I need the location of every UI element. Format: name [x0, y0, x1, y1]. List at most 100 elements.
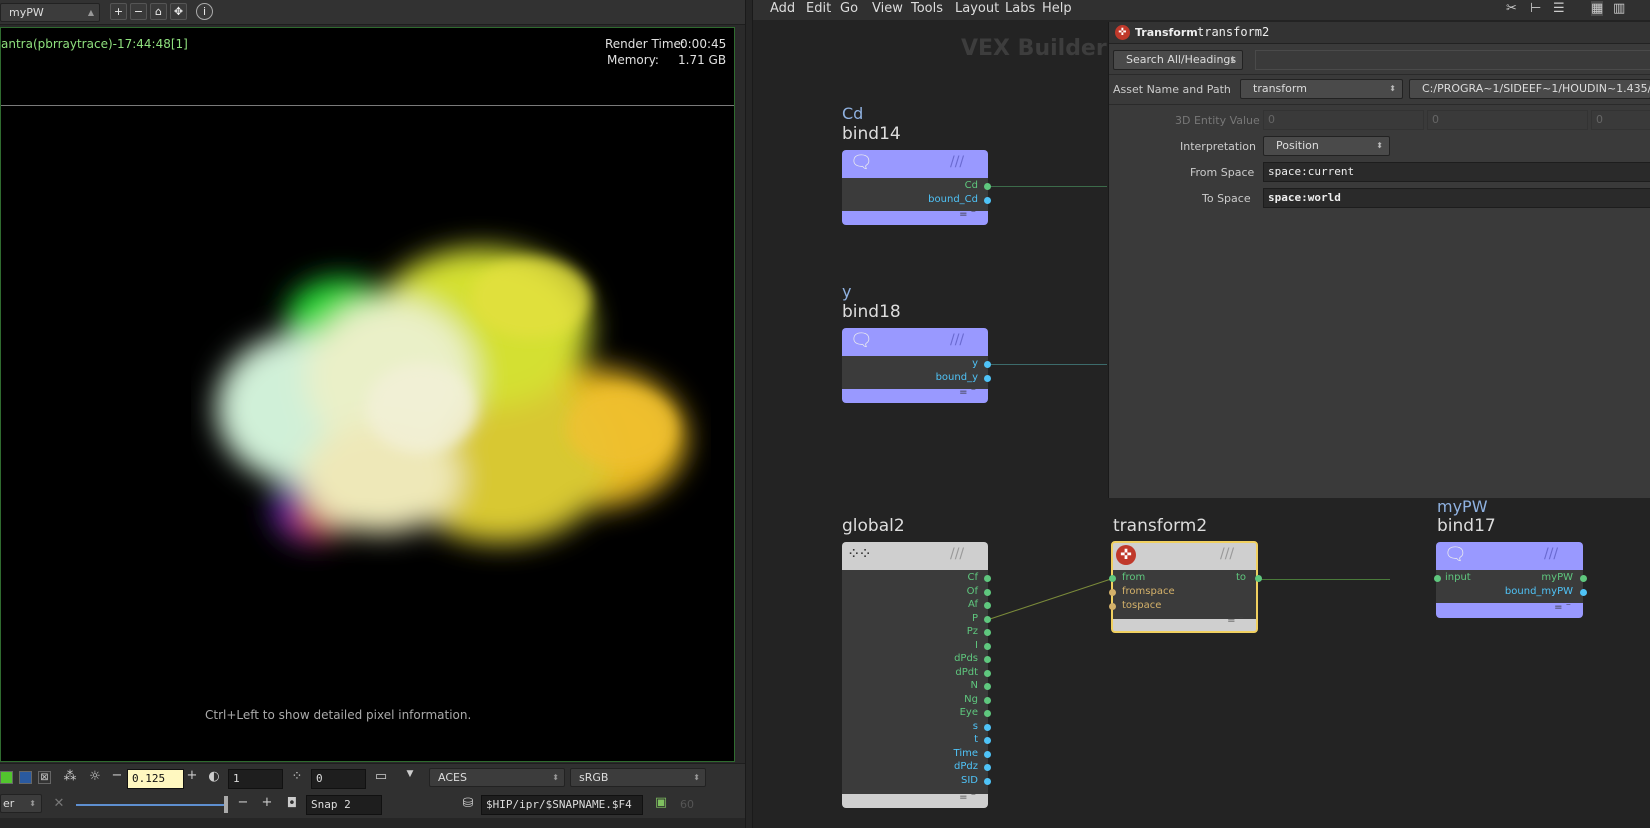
menu-layout[interactable]: Layout [955, 1, 999, 16]
port-label-y: y [972, 358, 978, 369]
alpha-channel-icon[interactable]: ⊠ [38, 771, 51, 784]
output-port-P[interactable] [984, 615, 991, 623]
menu-go[interactable]: Go [840, 1, 858, 16]
output-port-bound_y[interactable] [984, 375, 991, 382]
menu-labs[interactable]: Labs [1005, 1, 1035, 16]
plus-icon[interactable]: + [183, 768, 201, 783]
tree-icon[interactable]: ⊢ [1530, 1, 1541, 16]
output-port-dPdt[interactable] [984, 669, 991, 677]
input-port-tospace[interactable] [1109, 603, 1116, 610]
output-port-N[interactable] [984, 683, 991, 690]
output-port-Time[interactable] [984, 750, 991, 758]
to-space-label: To Space [1202, 192, 1251, 205]
gamma-field[interactable]: 0.125 [127, 769, 184, 789]
bind17-node[interactable]: 🗨 /// input myPW bound_myPW = ⁻ [1436, 542, 1583, 618]
save-icon[interactable]: ▣ [652, 795, 670, 810]
menu-tools[interactable]: Tools [911, 1, 943, 16]
output-port-I[interactable] [984, 642, 991, 650]
grid-icon[interactable]: ▦ [1591, 1, 1604, 16]
output-port-t[interactable] [984, 737, 991, 744]
output-port-y[interactable] [984, 361, 991, 368]
from-space-field[interactable]: space:current [1263, 162, 1650, 182]
transform2-title: transform2 [1113, 516, 1208, 536]
output-port-dPdz[interactable] [984, 764, 991, 771]
display-lut-selector[interactable]: ACES ⬍ [429, 768, 565, 787]
camera-icon[interactable]: ◘ [283, 796, 301, 811]
output-port-Pz[interactable] [984, 629, 991, 636]
menu-add[interactable]: Add [770, 1, 795, 16]
pane-resize-strip[interactable] [0, 818, 745, 828]
offset-field[interactable]: 0 [311, 769, 366, 789]
columns-icon[interactable]: ▥ [1613, 1, 1625, 16]
fit-view-icon[interactable]: ✥ [170, 3, 187, 20]
gear-dots-icon[interactable]: ⁂ [61, 769, 79, 784]
asset-name-selector[interactable]: transform ⬍ [1240, 79, 1403, 99]
output-port-Of[interactable] [984, 588, 991, 596]
port-label-bound_y: bound_y [935, 372, 978, 383]
output-port-Af[interactable] [984, 602, 991, 609]
output-port-SID[interactable] [984, 777, 991, 785]
input-port-fromspace[interactable] [1109, 589, 1116, 596]
minus-icon[interactable]: − [234, 795, 252, 810]
input-port-from[interactable] [1109, 575, 1116, 582]
transform2-node[interactable]: ✜ /// from fromspace tospace to = ⁻ [1111, 541, 1258, 633]
global2-node[interactable]: ⁘⁘ /// Cf Of Af P Pz IdPds dPdt N Ng Eye s t Time dPd… [842, 542, 988, 808]
tools-icon[interactable]: ✂ [1506, 1, 1517, 16]
close-icon[interactable]: ✕ [50, 796, 68, 811]
bind18-node[interactable]: 🗨 /// y bound_y = ⁻ [842, 328, 988, 403]
snap-name-field[interactable]: Snap 2 [306, 795, 382, 815]
pane-divider[interactable] [745, 0, 753, 828]
chevron-down-icon[interactable]: ▼ [401, 769, 419, 779]
output-port-Ng[interactable] [984, 696, 991, 704]
comment-icon: 🗨 [850, 330, 873, 351]
output-port-Eye[interactable] [984, 710, 991, 717]
zoom-out-icon[interactable]: − [130, 3, 147, 20]
minus-icon[interactable]: − [108, 768, 126, 783]
green-channel-icon[interactable] [0, 771, 13, 784]
home-icon[interactable]: ⌂ [150, 3, 167, 20]
menu-view[interactable]: View [872, 1, 903, 16]
adjust-icon[interactable]: ⁘ [288, 769, 306, 784]
color-space-selector[interactable]: sRGB ⬍ [570, 768, 706, 787]
output-port-Cf[interactable] [984, 575, 991, 582]
zoom-in-icon[interactable]: + [110, 3, 127, 20]
search-input[interactable] [1255, 50, 1650, 70]
input-port-input[interactable] [1434, 575, 1441, 582]
output-port-s[interactable] [984, 723, 991, 731]
interpretation-selector[interactable]: Position ⬍ [1263, 136, 1390, 156]
bind14-node[interactable]: 🗨 /// Cd bound_Cd = ⁻ [842, 150, 988, 225]
view-selector[interactable]: myPW ▲ [0, 3, 100, 22]
rendered-cloud-image [216, 248, 686, 543]
node-name-field[interactable]: transform2 [1197, 25, 1269, 39]
render-image[interactable]: antra(pbrraytrace)-17:44:48[1] Render Ti… [0, 27, 735, 762]
to-space-field[interactable]: space:world [1263, 188, 1650, 208]
output-port-bound_myPW[interactable] [1580, 589, 1587, 596]
disk-icon[interactable]: ⛁ [459, 796, 477, 811]
lut-icon[interactable]: ▭ [372, 769, 390, 784]
sun-icon[interactable]: ☼ [86, 769, 104, 784]
wire-bind18 [987, 364, 1107, 365]
list-icon[interactable]: ☰ [1553, 1, 1565, 16]
menu-help[interactable]: Help [1042, 1, 1072, 16]
port-label-fromspace: fromspace [1122, 586, 1175, 597]
left-combo[interactable]: er ⬍ [0, 794, 42, 813]
snap-path-field[interactable]: $HIP/ipr/$SNAPNAME.$F4 [481, 795, 643, 815]
timeline-slider[interactable] [76, 804, 226, 806]
plus-icon[interactable]: + [258, 795, 276, 810]
search-headings-button[interactable]: Search All/Headings ⬍ [1113, 50, 1243, 70]
output-port-myPW[interactable] [1580, 575, 1587, 582]
exposure-field[interactable]: 1 [228, 769, 283, 789]
output-port-bound_Cd[interactable] [984, 197, 991, 204]
menu-edit[interactable]: Edit [806, 1, 831, 16]
contrast-icon[interactable]: ◐ [205, 769, 223, 784]
output-port-Cd[interactable] [984, 183, 991, 190]
bind14-header: 🗨 /// [842, 150, 988, 178]
info-icon[interactable]: i [196, 3, 213, 20]
blue-channel-icon[interactable] [19, 771, 32, 784]
asset-path-field[interactable]: C:/PROGRA~1/SIDEEF~1/HOUDIN~1.435/houd [1409, 79, 1650, 99]
slider-handle[interactable] [224, 796, 228, 813]
output-port-dPds[interactable] [984, 656, 991, 663]
memory-label: Memory: [607, 53, 659, 67]
output-port-to[interactable] [1255, 575, 1262, 582]
asset-path-value: C:/PROGRA~1/SIDEEF~1/HOUDIN~1.435/houd [1422, 82, 1650, 95]
